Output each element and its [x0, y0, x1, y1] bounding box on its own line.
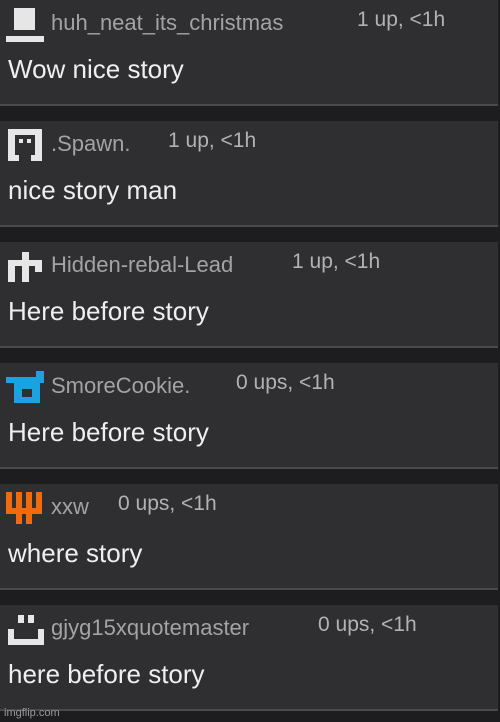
- comment-meta: 0 ups, <1h: [318, 613, 417, 636]
- comment-item: xxw 0 ups, <1h where story: [0, 484, 498, 590]
- comment-meta: 1 up, <1h: [357, 8, 446, 31]
- white-smile-avatar-icon[interactable]: [4, 611, 46, 647]
- comment-item: huh_neat_its_christmas 1 up, <1h Wow nic…: [0, 0, 498, 106]
- comment-username[interactable]: Hidden-rebal-Lead: [51, 252, 233, 278]
- comment-meta: 0 ups, <1h: [118, 492, 217, 515]
- comment-feed: huh_neat_its_christmas 1 up, <1h Wow nic…: [0, 0, 500, 722]
- watermark: imgflip.com: [4, 707, 60, 719]
- comment-text: Here before story: [8, 296, 209, 326]
- comment-text: where story: [8, 538, 143, 568]
- comment-meta: 1 up, <1h: [292, 250, 381, 273]
- comment-item: Hidden-rebal-Lead 1 up, <1h Here before …: [0, 242, 498, 348]
- comment-text: Here before story: [8, 417, 209, 447]
- comment-meta: 1 up, <1h: [168, 129, 257, 152]
- white-bracket-face-avatar-icon[interactable]: [4, 127, 46, 163]
- orange-stripes-avatar-icon[interactable]: [4, 490, 46, 526]
- comment-meta: 0 ups, <1h: [236, 371, 335, 394]
- comment-item: .Spawn. 1 up, <1h nice story man: [0, 121, 498, 227]
- comment-item: SmoreCookie. 0 ups, <1h Here before stor…: [0, 363, 498, 469]
- blue-block-avatar-icon[interactable]: [4, 369, 46, 405]
- comment-username[interactable]: .Spawn.: [51, 131, 131, 157]
- comment-item: gjyg15xquotemaster 0 ups, <1h here befor…: [0, 605, 498, 711]
- comment-username[interactable]: xxw: [51, 494, 89, 520]
- comment-text: here before story: [8, 659, 205, 689]
- comment-username[interactable]: gjyg15xquotemaster: [51, 615, 249, 641]
- comment-username[interactable]: SmoreCookie.: [51, 373, 190, 399]
- comment-username[interactable]: huh_neat_its_christmas: [51, 10, 283, 36]
- white-hat-avatar-icon[interactable]: [4, 6, 46, 42]
- white-pillars-avatar-icon[interactable]: [4, 248, 46, 284]
- comment-text: Wow nice story: [8, 54, 184, 84]
- comment-text: nice story man: [8, 175, 178, 205]
